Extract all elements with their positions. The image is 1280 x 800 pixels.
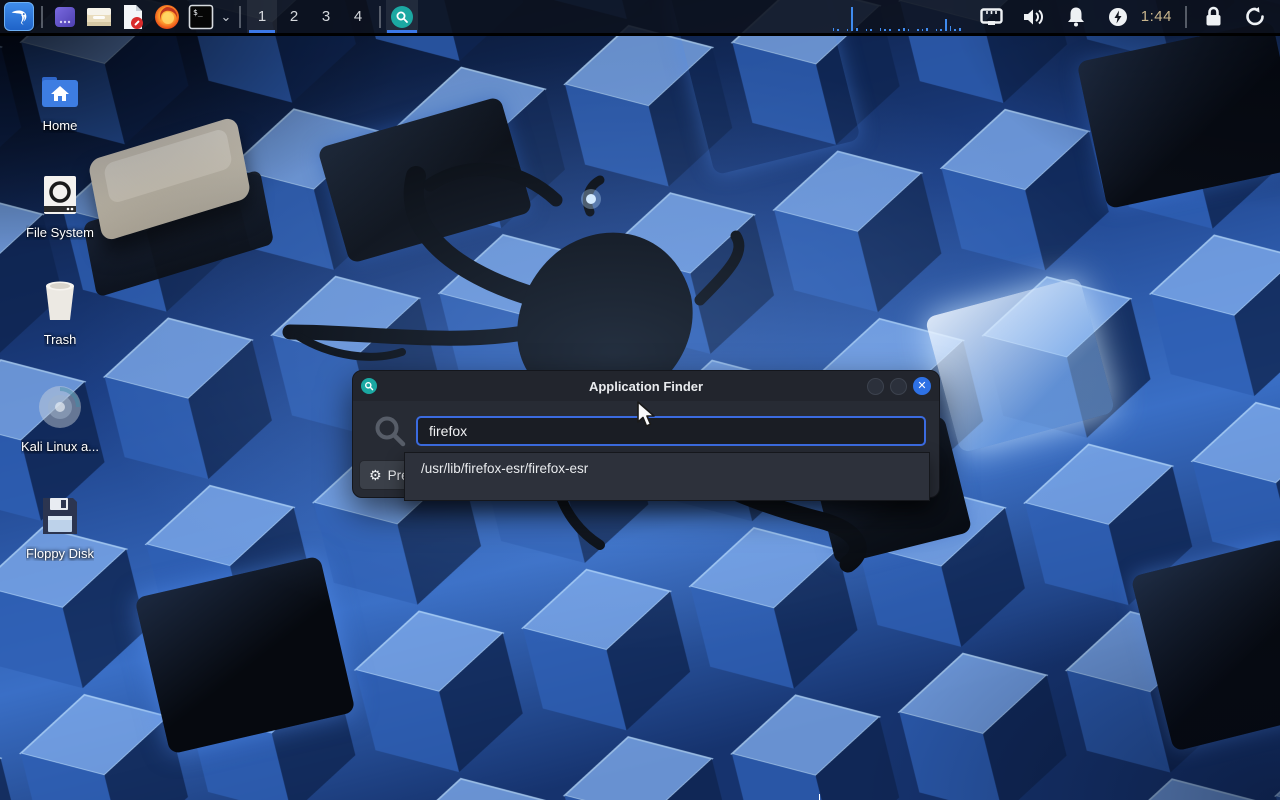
workspace-button-4[interactable]: 4 (343, 0, 373, 33)
cpu-graph-bar (908, 29, 910, 31)
trash-icon (40, 274, 80, 322)
cpu-graph-bar (837, 29, 839, 31)
cpu-graph-bar (940, 29, 942, 31)
notifications-icon[interactable] (1064, 5, 1088, 29)
workspace-button-2[interactable]: 2 (279, 0, 309, 33)
cpu-graph-bar (870, 29, 872, 31)
desktop-icon-file-system[interactable]: File System (10, 159, 110, 266)
cpu-graph-bar (847, 29, 849, 31)
volume-icon[interactable] (1022, 5, 1046, 29)
minimize-button[interactable] (867, 378, 884, 395)
cpu-graph-bar (945, 19, 947, 31)
workspace-number: 2 (290, 8, 298, 25)
terminal-icon: $_ (188, 4, 214, 30)
floppy-disk-icon (41, 488, 79, 536)
panel-separator (1185, 6, 1187, 28)
kali-cd-icon (38, 381, 82, 429)
maximize-button[interactable] (890, 378, 907, 395)
power-manager-icon[interactable] (1106, 5, 1130, 29)
titlebar[interactable]: Application Finder ✕ (353, 371, 939, 401)
network-icon[interactable] (980, 5, 1004, 29)
search-row (353, 401, 939, 448)
cpu-graph-bar (833, 28, 835, 31)
close-button[interactable]: ✕ (913, 377, 931, 395)
home-icon (41, 60, 79, 108)
cpu-graph-widget[interactable] (833, 3, 961, 31)
terminal-dropdown-chevron-icon[interactable]: ⌄ (218, 9, 234, 25)
cpu-graph-bar (889, 29, 891, 31)
cpu-graph-bar (922, 29, 924, 31)
workspace-number: 1 (258, 8, 266, 25)
top-panel: $_ ⌄ 1 2 3 4 (0, 0, 1280, 36)
application-finder-icon (391, 6, 413, 28)
cpu-graph-bar (936, 29, 938, 31)
show-desktop-icon (53, 5, 77, 29)
workspace-button-1[interactable]: 1 (247, 0, 277, 33)
cpu-graph-bar (959, 28, 961, 31)
panel-separator (41, 6, 43, 28)
window-controls: ✕ (867, 377, 931, 395)
desktop-icon-label: Floppy Disk (26, 546, 94, 561)
text-caret (819, 794, 820, 800)
panel-separator (239, 6, 241, 28)
file-system-icon (41, 167, 79, 215)
launcher-terminal[interactable]: $_ (186, 2, 216, 32)
cpu-graph-bar (903, 28, 905, 31)
cpu-graph-bar (926, 28, 928, 31)
launcher-file-manager[interactable] (84, 2, 114, 32)
search-icon (373, 414, 407, 448)
cpu-graph-bar (884, 29, 886, 31)
tasklist-application-finder-button[interactable] (386, 0, 418, 33)
cpu-graph-bar (851, 7, 853, 31)
window-title: Application Finder (353, 379, 939, 394)
desktop-icon-trash[interactable]: Trash (10, 266, 110, 373)
desktop-icon-label: Kali Linux a... (21, 439, 99, 454)
desktop-icon-column: Home File System Trash (10, 52, 110, 587)
launcher-text-editor[interactable] (118, 2, 148, 32)
desktop-icon-label: Home (43, 118, 78, 133)
kali-logo-icon (8, 6, 30, 28)
applications-menu-button[interactable] (4, 2, 34, 31)
panel-right-section: 1:44 (833, 0, 1280, 33)
workspace-number: 4 (354, 8, 362, 25)
desktop-icon-home[interactable]: Home (10, 52, 110, 159)
completion-result-item[interactable]: /usr/lib/firefox-esr/firefox-esr (405, 453, 929, 484)
firefox-icon (154, 4, 180, 30)
panel-separator (379, 6, 381, 28)
workspace-number: 3 (322, 8, 330, 25)
desktop-icon-kali-cd[interactable]: Kali Linux a... (10, 373, 110, 480)
panel-left-section: $_ ⌄ 1 2 3 4 (0, 0, 418, 33)
completion-popup: /usr/lib/firefox-esr/firefox-esr (404, 452, 930, 501)
cpu-graph-bar (856, 28, 858, 31)
workspace-button-3[interactable]: 3 (311, 0, 341, 33)
cpu-graph-bar (917, 29, 919, 31)
launcher-firefox[interactable] (152, 2, 182, 32)
desktop-icon-floppy-disk[interactable]: Floppy Disk (10, 480, 110, 587)
desktop-icon-label: File System (26, 225, 94, 240)
search-input[interactable] (416, 416, 926, 446)
cpu-graph-bar (950, 26, 952, 31)
file-manager-icon (86, 5, 112, 29)
cpu-graph-bar (898, 29, 900, 31)
clock[interactable]: 1:44 (1141, 8, 1172, 25)
desktop-icon-label: Trash (44, 332, 77, 347)
cpu-graph-bar (954, 29, 956, 31)
svg-text:$_: $_ (193, 8, 203, 17)
gear-icon: ⚙ (369, 467, 382, 484)
launcher-show-desktop[interactable] (50, 2, 80, 32)
lock-icon[interactable] (1201, 5, 1225, 29)
close-icon: ✕ (917, 381, 926, 392)
cpu-graph-bar (866, 29, 868, 31)
text-editor-icon (121, 4, 145, 30)
cpu-graph-bar (880, 28, 882, 31)
logout-icon[interactable] (1243, 5, 1267, 29)
